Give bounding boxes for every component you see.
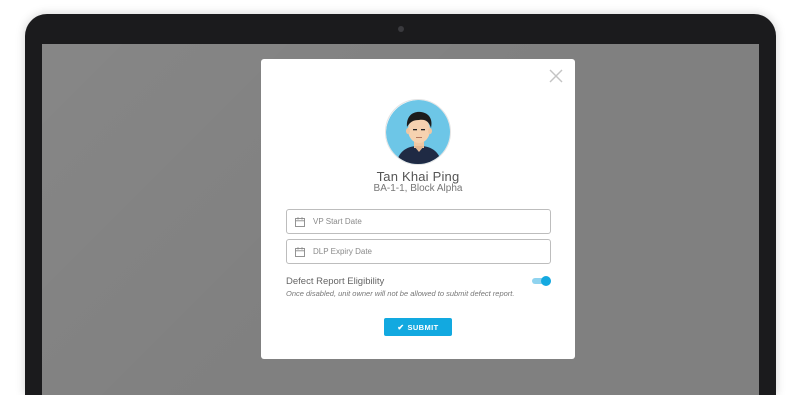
eligibility-label: Defect Report Eligibility [286, 276, 385, 287]
calendar-icon [295, 246, 305, 257]
camera-dot [398, 26, 404, 32]
avatar [385, 99, 451, 165]
close-button[interactable] [549, 69, 563, 83]
unit-address: BA-1-1, Block Alpha [373, 183, 463, 194]
eligibility-toggle[interactable] [532, 276, 551, 286]
calendar-icon [295, 216, 305, 227]
check-icon: ✔ [397, 322, 405, 332]
toggle-knob [541, 276, 551, 286]
vp-start-date-input[interactable] [313, 217, 533, 226]
submit-label: SUBMIT [407, 322, 439, 332]
page: Tan Khai Ping BA-1-1, Block Alpha Defect… [0, 0, 800, 395]
close-icon [549, 69, 563, 83]
dlp-expiry-date-input[interactable] [313, 247, 533, 256]
eligibility-description: Once disabled, unit owner will not be al… [286, 289, 515, 298]
user-name: Tan Khai Ping [376, 169, 460, 184]
submit-button[interactable]: ✔ SUBMIT [384, 318, 452, 336]
modal-dialog: Tan Khai Ping BA-1-1, Block Alpha Defect… [261, 59, 575, 359]
vp-start-date-field[interactable] [286, 209, 551, 234]
dlp-expiry-date-field[interactable] [286, 239, 551, 264]
